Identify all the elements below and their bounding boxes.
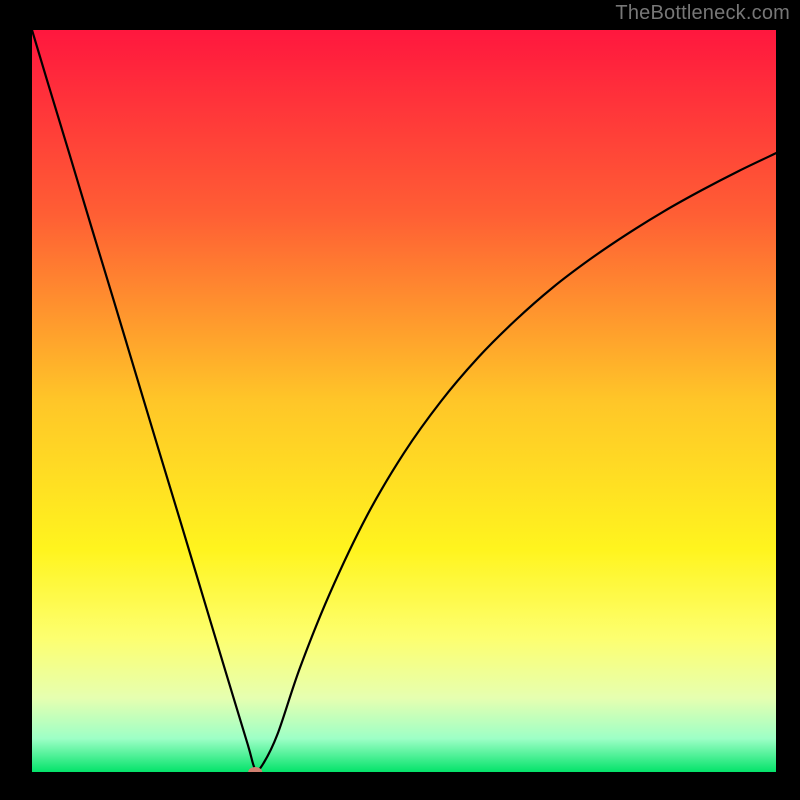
bottleneck-chart [32, 30, 776, 772]
watermark-text: TheBottleneck.com [615, 2, 790, 25]
chart-frame: TheBottleneck.com [0, 0, 800, 800]
plot-area [32, 30, 776, 772]
